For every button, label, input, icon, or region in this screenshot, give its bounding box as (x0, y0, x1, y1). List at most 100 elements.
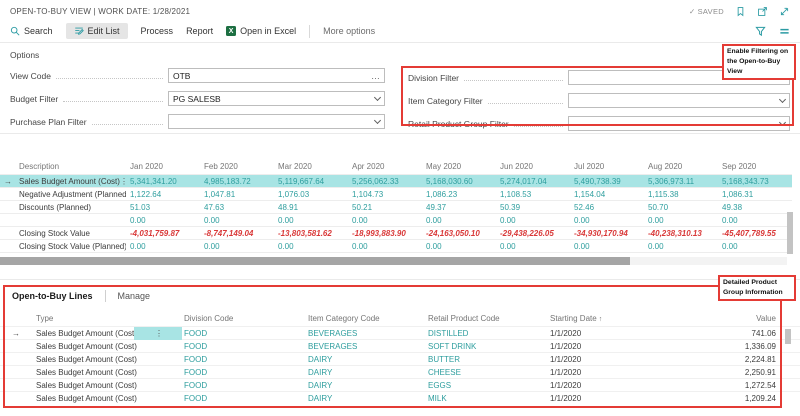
value-cell[interactable]: 2,250.91 (668, 368, 800, 377)
chevron-down-icon[interactable] (779, 95, 786, 102)
value-cell[interactable]: 741.06 (668, 329, 800, 338)
matrix-cell[interactable]: 0.00 (422, 242, 496, 251)
item-category-code-link[interactable]: DAIRY (306, 368, 426, 377)
tab-open-to-buy-lines[interactable]: Open-to-Buy Lines (12, 291, 93, 301)
matrix-row-description[interactable]: Closing Stock Value (16, 229, 126, 238)
matrix-row[interactable]: 0.000.000.000.000.000.000.000.000.00 (0, 213, 792, 226)
matrix-row[interactable]: Closing Stock Value (Planned)0.000.000.0… (0, 239, 792, 252)
item-category-code-link[interactable]: BEVERAGES (306, 329, 426, 338)
matrix-cell[interactable]: -34,930,170.94 (570, 229, 644, 238)
column-header-month[interactable]: Jan 2020 (126, 162, 200, 171)
starting-date-cell[interactable]: 1/1/2020 (548, 342, 668, 351)
matrix-cell[interactable]: 0.00 (126, 216, 200, 225)
retail-product-code-link[interactable]: CHEESE (426, 368, 548, 377)
matrix-cell[interactable]: 5,274,017.04 (496, 177, 570, 186)
matrix-cell[interactable]: 5,490,738.39 (570, 177, 644, 186)
matrix-cell[interactable]: -29,438,226.05 (496, 229, 570, 238)
division-code-link[interactable]: FOOD (182, 329, 306, 338)
column-header-month[interactable]: Jul 2020 (570, 162, 644, 171)
matrix-cell[interactable]: 1,108.53 (496, 190, 570, 199)
value-cell[interactable]: 1,209.24 (668, 394, 800, 403)
division-code-link[interactable]: FOOD (182, 368, 306, 377)
value-cell[interactable]: 1,336.09 (668, 342, 800, 351)
starting-date-cell[interactable]: 1/1/2020 (548, 329, 668, 338)
matrix-cell[interactable]: -45,407,789.55 (718, 229, 792, 238)
item-category-code-link[interactable]: DAIRY (306, 381, 426, 390)
value-cell[interactable]: 2,224.81 (668, 355, 800, 364)
matrix-cell[interactable]: 0.00 (274, 216, 348, 225)
matrix-cell[interactable]: 1,086.23 (422, 190, 496, 199)
line-type[interactable]: Sales Budget Amount (Cost) (34, 368, 134, 377)
line-row[interactable]: Sales Budget Amount (Cost)FOODDAIRYMILK1… (0, 391, 800, 404)
matrix-cell[interactable]: 48.91 (274, 203, 348, 212)
view-code-input[interactable]: OTB … (168, 68, 385, 83)
collapse-expand-icon[interactable] (779, 6, 790, 17)
horizontal-scrollbar[interactable] (0, 257, 787, 265)
matrix-cell[interactable]: 52.46 (570, 203, 644, 212)
matrix-cell[interactable]: -13,803,581.62 (274, 229, 348, 238)
matrix-cell[interactable]: 5,341,341.20 (126, 177, 200, 186)
item-category-code-link[interactable]: DAIRY (306, 394, 426, 403)
column-header-month[interactable]: Feb 2020 (200, 162, 274, 171)
matrix-cell[interactable]: -18,993,883.90 (348, 229, 422, 238)
matrix-cell[interactable]: 1,086.31 (718, 190, 792, 199)
row-menu-icon[interactable]: ⋮ (134, 327, 182, 340)
chevron-down-icon[interactable] (779, 118, 786, 125)
line-type[interactable]: Sales Budget Amount (Cost) (34, 329, 134, 338)
matrix-cell[interactable]: 1,115.38 (644, 190, 718, 199)
matrix-cell[interactable]: 50.21 (348, 203, 422, 212)
matrix-row-description[interactable]: Negative Adjustment (Planned) (16, 190, 126, 199)
division-code-link[interactable]: FOOD (182, 355, 306, 364)
matrix-cell[interactable]: 47.63 (200, 203, 274, 212)
starting-date-cell[interactable]: 1/1/2020 (548, 394, 668, 403)
matrix-cell[interactable]: 0.00 (348, 242, 422, 251)
line-row[interactable]: Sales Budget Amount (Cost)FOODDAIRYBUTTE… (0, 352, 800, 365)
retail-product-code-link[interactable]: MILK (426, 394, 548, 403)
matrix-cell[interactable]: 49.37 (422, 203, 496, 212)
matrix-cell[interactable]: 4,985,183.72 (200, 177, 274, 186)
matrix-cell[interactable]: 50.70 (644, 203, 718, 212)
line-row[interactable]: Sales Budget Amount (Cost)FOODBEVERAGESS… (0, 339, 800, 352)
bookmark-icon[interactable] (735, 6, 746, 17)
matrix-cell[interactable]: 0.00 (274, 242, 348, 251)
column-header-month[interactable]: Sep 2020 (718, 162, 792, 171)
report-button[interactable]: Report (186, 26, 213, 36)
matrix-cell[interactable]: -24,163,050.10 (422, 229, 496, 238)
matrix-cell[interactable]: 0.00 (496, 242, 570, 251)
matrix-cell[interactable]: 0.00 (422, 216, 496, 225)
column-header-month[interactable]: Mar 2020 (274, 162, 348, 171)
value-cell[interactable]: 1,272.54 (668, 381, 800, 390)
line-row[interactable]: →Sales Budget Amount (Cost)⋮FOODBEVERAGE… (0, 326, 800, 339)
matrix-cell[interactable]: 5,119,667.64 (274, 177, 348, 186)
matrix-cell[interactable]: 0.00 (644, 216, 718, 225)
open-in-new-window-icon[interactable] (757, 6, 768, 17)
item-category-filter-input[interactable] (568, 93, 790, 108)
more-options-button[interactable]: More options (323, 26, 375, 36)
line-type[interactable]: Sales Budget Amount (Cost) (34, 394, 134, 403)
matrix-cell[interactable]: 0.00 (200, 216, 274, 225)
matrix-row-description[interactable]: Discounts (Planned) (16, 203, 126, 212)
division-code-link[interactable]: FOOD (182, 381, 306, 390)
edit-list-button[interactable]: Edit List (66, 23, 128, 39)
matrix-row-description[interactable]: Closing Stock Value (Planned) (16, 242, 126, 251)
matrix-cell[interactable]: 5,306,973.11 (644, 177, 718, 186)
retail-product-code-link[interactable]: BUTTER (426, 355, 548, 364)
division-code-link[interactable]: FOOD (182, 342, 306, 351)
matrix-cell[interactable]: 0.00 (718, 242, 792, 251)
matrix-cell[interactable]: 5,168,030.60 (422, 177, 496, 186)
filter-icon[interactable] (755, 26, 766, 37)
column-header-date[interactable]: Starting Date↑ (548, 314, 668, 323)
retail-product-code-link[interactable]: DISTILLED (426, 329, 548, 338)
chevron-down-icon[interactable] (374, 116, 381, 123)
matrix-cell[interactable]: 5,168,343.73 (718, 177, 792, 186)
starting-date-cell[interactable]: 1/1/2020 (548, 381, 668, 390)
line-type[interactable]: Sales Budget Amount (Cost) (34, 342, 134, 351)
column-header-category[interactable]: Item Category Code (306, 314, 426, 323)
matrix-cell[interactable]: 1,104.73 (348, 190, 422, 199)
matrix-cell[interactable]: 5,256,062.33 (348, 177, 422, 186)
matrix-cell[interactable]: 0.00 (570, 242, 644, 251)
division-code-link[interactable]: FOOD (182, 394, 306, 403)
column-header-month[interactable]: Apr 2020 (348, 162, 422, 171)
matrix-cell[interactable]: 1,076.03 (274, 190, 348, 199)
column-header-month[interactable]: Aug 2020 (644, 162, 718, 171)
